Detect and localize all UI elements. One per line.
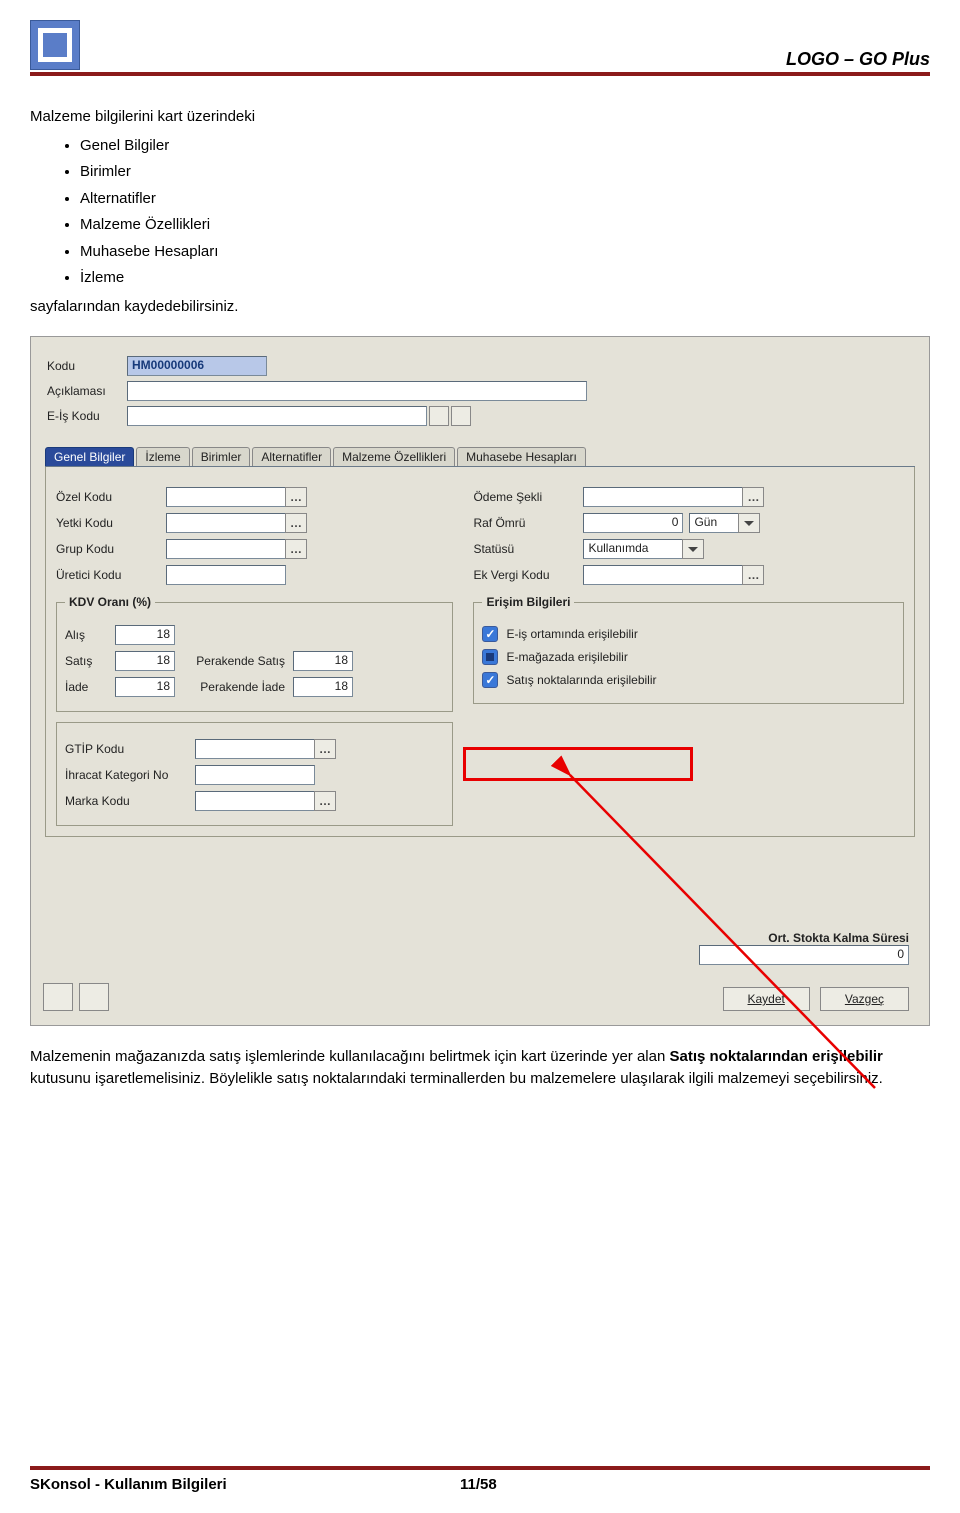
per-iade-label: Perakende İade — [175, 680, 285, 694]
yetki-input[interactable] — [166, 513, 286, 533]
chevron-down-icon[interactable] — [738, 513, 760, 533]
toolbar-btn-1[interactable] — [43, 983, 73, 1011]
raf-input[interactable]: 0 — [583, 513, 683, 533]
eis-btn-1[interactable] — [429, 406, 449, 426]
checkbox-eis[interactable] — [482, 626, 498, 642]
footer-page: 11/58 — [460, 1476, 497, 1493]
intro-item: Birimler — [80, 161, 930, 184]
product-name: LOGO – GO Plus — [786, 49, 930, 70]
raf-unit[interactable]: Gün — [689, 513, 739, 533]
statu-label: Statüsü — [473, 542, 583, 556]
odeme-label: Ödeme Şekli — [473, 490, 583, 504]
intro-lead: Malzeme bilgilerini kart üzerindeki — [30, 108, 255, 125]
lookup-icon[interactable]: … — [285, 539, 307, 559]
lookup-icon[interactable]: … — [742, 487, 764, 507]
lookup-icon[interactable]: … — [285, 513, 307, 533]
uretici-input[interactable] — [166, 565, 286, 585]
checkbox-satis-noktasi[interactable] — [482, 672, 498, 688]
save-button[interactable]: Kaydet — [723, 987, 810, 1011]
intro-item: Muhasebe Hesapları — [80, 241, 930, 264]
alis-input[interactable]: 18 — [115, 625, 175, 645]
gtip-input[interactable] — [195, 739, 315, 759]
tab-muhasebe-hesaplari[interactable]: Muhasebe Hesapları — [457, 447, 586, 466]
ort-sure-title: Ort. Stokta Kalma Süresi — [699, 931, 909, 945]
eis-label: E-İş Kodu — [47, 409, 127, 423]
yetki-label: Yetki Kodu — [56, 516, 166, 530]
tab-birimler[interactable]: Birimler — [192, 447, 251, 466]
aciklama-label: Açıklaması — [47, 384, 127, 398]
after-1a: Malzemenin mağazanızda satış işlemlerind… — [30, 1048, 669, 1065]
eis-input[interactable] — [127, 406, 427, 426]
kdv-legend: KDV Oranı (%) — [65, 595, 155, 609]
tab-alternatifler[interactable]: Alternatifler — [252, 447, 331, 466]
intro-tail: sayfalarından kaydedebilirsiniz. — [30, 298, 238, 315]
alis-label: Alış — [65, 628, 115, 642]
checkbox-emagaza[interactable] — [482, 649, 498, 665]
form-screenshot: Kodu HM00000006 Açıklaması E-İş Kodu Gen… — [30, 336, 930, 1026]
marka-input[interactable] — [195, 791, 315, 811]
uretici-label: Üretici Kodu — [56, 568, 166, 582]
raf-label: Raf Ömrü — [473, 516, 583, 530]
after-1b: Satış noktalarından erişilebilir — [669, 1048, 882, 1065]
ekvergi-label: Ek Vergi Kodu — [473, 568, 583, 582]
tab-malzeme-ozellikleri[interactable]: Malzeme Özellikleri — [333, 447, 455, 466]
iade-input[interactable]: 18 — [115, 677, 175, 697]
marka-label: Marka Kodu — [65, 794, 195, 808]
intro-item: Malzeme Özellikleri — [80, 214, 930, 237]
intro-item: Alternatifler — [80, 188, 930, 211]
satis-noktasi-erisilebilir-label: Satış noktalarında erişilebilir — [506, 673, 656, 687]
intro-item: Genel Bilgiler — [80, 135, 930, 158]
ihracat-input[interactable] — [195, 765, 315, 785]
after-1c: kutusunu işaretlemelisiniz. Böylelikle s… — [30, 1070, 883, 1087]
emagaza-erisilebilir-label: E-mağazada erişilebilir — [506, 650, 627, 664]
satis-input[interactable]: 18 — [115, 651, 175, 671]
aciklama-input[interactable] — [127, 381, 587, 401]
tab-genel-bilgiler[interactable]: Genel Bilgiler — [45, 447, 134, 466]
grup-label: Grup Kodu — [56, 542, 166, 556]
highlight-box — [463, 747, 693, 781]
ihracat-label: İhracat Kategori No — [65, 768, 195, 782]
lookup-icon[interactable]: … — [742, 565, 764, 585]
footer-left: SKonsol - Kullanım Bilgileri — [30, 1476, 227, 1493]
ozel-label: Özel Kodu — [56, 490, 166, 504]
per-satis-label: Perakende Satış — [175, 654, 285, 668]
per-iade-input[interactable]: 18 — [293, 677, 353, 697]
chevron-down-icon[interactable] — [682, 539, 704, 559]
kodu-label: Kodu — [47, 359, 127, 373]
erisim-legend: Erişim Bilgileri — [482, 595, 574, 609]
tab-izleme[interactable]: İzleme — [136, 447, 189, 466]
ekvergi-input[interactable] — [583, 565, 743, 585]
ort-sure-input[interactable]: 0 — [699, 945, 909, 965]
satis-label: Satış — [65, 654, 115, 668]
eis-erisilebilir-label: E-iş ortamında erişilebilir — [506, 627, 637, 641]
iade-label: İade — [65, 680, 115, 694]
ozel-input[interactable] — [166, 487, 286, 507]
brand-logo — [30, 20, 80, 70]
kodu-input[interactable]: HM00000006 — [127, 356, 267, 376]
gtip-label: GTİP Kodu — [65, 742, 195, 756]
odeme-input[interactable] — [583, 487, 743, 507]
toolbar-btn-2[interactable] — [79, 983, 109, 1011]
eis-btn-2[interactable] — [451, 406, 471, 426]
grup-input[interactable] — [166, 539, 286, 559]
lookup-icon[interactable]: … — [285, 487, 307, 507]
intro-item: İzleme — [80, 267, 930, 290]
lookup-icon[interactable]: … — [314, 739, 336, 759]
lookup-icon[interactable]: … — [314, 791, 336, 811]
statu-select[interactable]: Kullanımda — [583, 539, 683, 559]
cancel-button[interactable]: Vazgeç — [820, 987, 909, 1011]
per-satis-input[interactable]: 18 — [293, 651, 353, 671]
